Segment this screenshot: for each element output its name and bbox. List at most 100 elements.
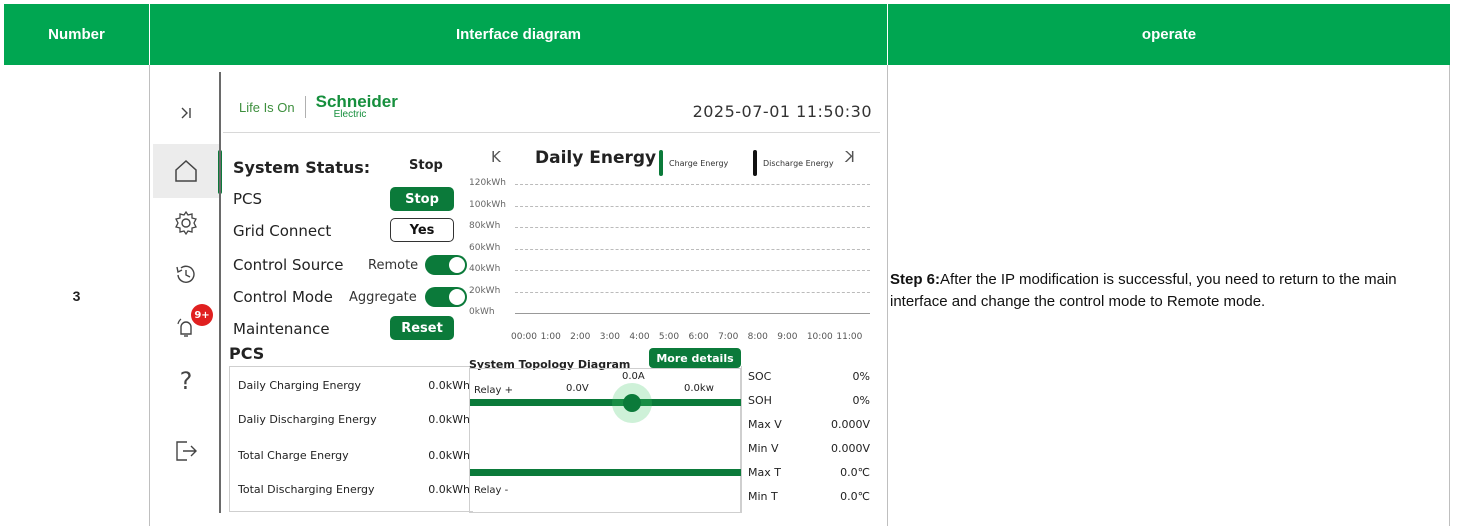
- sidebar-divider: [219, 72, 221, 513]
- bms-row: Max T 0.0℃: [748, 466, 870, 479]
- pcs-row: Total Charge Energy 0.0kWh: [238, 449, 470, 462]
- y-tick-label: 60kWh: [469, 242, 501, 253]
- y-tick-label: 40kWh: [469, 264, 501, 274]
- collapse-icon: [181, 107, 191, 119]
- bms-label: Max T: [748, 466, 781, 479]
- header-interface-diagram: Interface diagram: [150, 4, 887, 65]
- control-mode-toggle[interactable]: [425, 287, 467, 307]
- x-tick-label: 10:00: [806, 332, 833, 342]
- chart-next-button[interactable]: K: [845, 148, 855, 166]
- pcs-row: Daliy Discharging Energy 0.0kWh: [238, 413, 470, 426]
- y-tick-label: 120kWh: [469, 178, 506, 188]
- positive-bus: [470, 399, 742, 406]
- x-tick-label: 8:00: [747, 332, 768, 342]
- brand-tagline: Life Is On: [239, 99, 295, 115]
- pcs-row-label: Total Charge Energy: [238, 449, 349, 462]
- bms-row: SOC 0%: [748, 370, 870, 383]
- row-number: 3: [72, 287, 81, 304]
- column-divider: [149, 65, 150, 526]
- pcs-row-label: Daily Charging Energy: [238, 379, 362, 392]
- hmi-screenshot: 9+ ? Life Is On Schneider Electric 2025-…: [153, 72, 880, 513]
- x-axis: [515, 313, 870, 314]
- legend-charge: Charge Energy: [659, 150, 728, 176]
- y-tick-label: 20kWh: [469, 285, 501, 296]
- gridline: [515, 227, 870, 228]
- bms-value: 0.000V: [830, 442, 870, 455]
- grid-connect-button[interactable]: Yes: [390, 218, 454, 242]
- topology-diagram: Relay + 0.0V 0.0A 0.0kw Relay -: [469, 368, 742, 513]
- bms-label: Max V: [748, 418, 782, 431]
- nav-logout[interactable]: [153, 424, 219, 478]
- x-tick-label: 6:00: [688, 332, 709, 342]
- pcs-row-value: 0.0kWh: [428, 449, 470, 462]
- nav-history[interactable]: [153, 248, 219, 302]
- y-tick-label: 100kWh: [469, 199, 506, 210]
- pcs-stop-button[interactable]: Stop: [390, 187, 454, 211]
- legend-discharge-swatch: [753, 150, 757, 176]
- bms-value: 0.0℃: [840, 490, 870, 503]
- column-divider: [1449, 65, 1450, 526]
- control-source-value: Remote: [368, 258, 419, 273]
- x-tick-label: 11:00: [836, 332, 863, 342]
- flow-indicator: [623, 394, 641, 412]
- bms-row: Max V 0.000V: [748, 418, 870, 431]
- system-status-title: System Status:: [233, 158, 371, 177]
- legend-charge-label: Charge Energy: [669, 158, 729, 168]
- gridline: [515, 184, 870, 185]
- daily-energy-chart: K Daily Energy Charge Energy Discharge E…: [463, 144, 880, 344]
- relay-plus-label: Relay +: [474, 385, 514, 396]
- bms-label: SOC: [748, 370, 772, 383]
- control-source-toggle[interactable]: [425, 255, 467, 275]
- power-value: 0.0kw: [684, 383, 714, 394]
- relay-minus-label: Relay -: [474, 485, 509, 496]
- sidebar: 9+ ?: [153, 72, 222, 513]
- logo-divider: [304, 96, 306, 118]
- x-tick-label: 1:00: [540, 332, 561, 342]
- maintenance-label: Maintenance: [233, 320, 330, 338]
- brand-name: Schneider: [315, 92, 398, 111]
- alarm-count-badge: 9+: [191, 304, 213, 326]
- header-operate: operate: [888, 4, 1450, 65]
- gear-icon: [175, 210, 197, 236]
- bms-label: SOH: [748, 394, 772, 407]
- more-details-button[interactable]: More details: [649, 348, 741, 368]
- gridline: [515, 270, 870, 271]
- x-tick-label: 3:00: [599, 332, 620, 342]
- pcs-row-value: 0.0kWh: [428, 379, 470, 392]
- nav-alarms[interactable]: 9+: [153, 300, 219, 354]
- bms-row: Min V 0.000V: [748, 442, 870, 455]
- nav-home[interactable]: [153, 144, 222, 198]
- history-icon: [176, 265, 195, 283]
- collapse-button[interactable]: [153, 86, 219, 140]
- legend-charge-swatch: [659, 150, 663, 176]
- brand-sub: Electric: [333, 109, 367, 120]
- gridline: [515, 248, 870, 250]
- grid-connect-label: Grid Connect: [233, 222, 332, 240]
- chart-title: Daily Energy: [535, 148, 657, 168]
- pcs-row: Daily Charging Energy 0.0kWh: [238, 379, 470, 392]
- nav-help[interactable]: ?: [153, 354, 219, 408]
- legend-discharge: Discharge Energy: [753, 150, 834, 176]
- step-description: After the IP modification is successful,…: [890, 271, 1397, 310]
- chart-prev-button[interactable]: K: [491, 148, 501, 166]
- pcs-row-label: Total Discharging Energy: [238, 483, 375, 496]
- control-mode-label: Control Mode: [233, 288, 333, 306]
- logout-icon: [176, 441, 197, 461]
- negative-bus: [470, 469, 742, 476]
- pcs-table: Daily Charging Energy 0.0kWh Daliy Discha…: [229, 366, 473, 512]
- main-panel: Life Is On Schneider Electric 2025-07-01…: [223, 72, 880, 513]
- bms-row: Min T 0.0℃: [748, 490, 870, 503]
- x-tick-label: 4:00: [629, 332, 650, 342]
- voltage-value: 0.0V: [566, 383, 589, 394]
- gridline: [515, 205, 870, 207]
- current-value: 0.0A: [622, 371, 645, 382]
- legend-discharge-label: Discharge Energy: [763, 158, 834, 168]
- pcs-row-label: Daliy Discharging Energy: [238, 413, 377, 426]
- battery-values: SOC 0% SOH 0% Max V 0.000V Min V 0.000V Max …: [741, 366, 873, 513]
- nav-settings[interactable]: [153, 196, 219, 250]
- x-tick-label: 9:00: [777, 332, 798, 342]
- bms-value: 0%: [852, 394, 870, 407]
- bms-row: SOH 0%: [748, 394, 870, 407]
- system-topology: System Topology Diagram Relay + 0.0V 0.0…: [469, 350, 749, 513]
- maintenance-reset-button[interactable]: Reset: [390, 316, 454, 340]
